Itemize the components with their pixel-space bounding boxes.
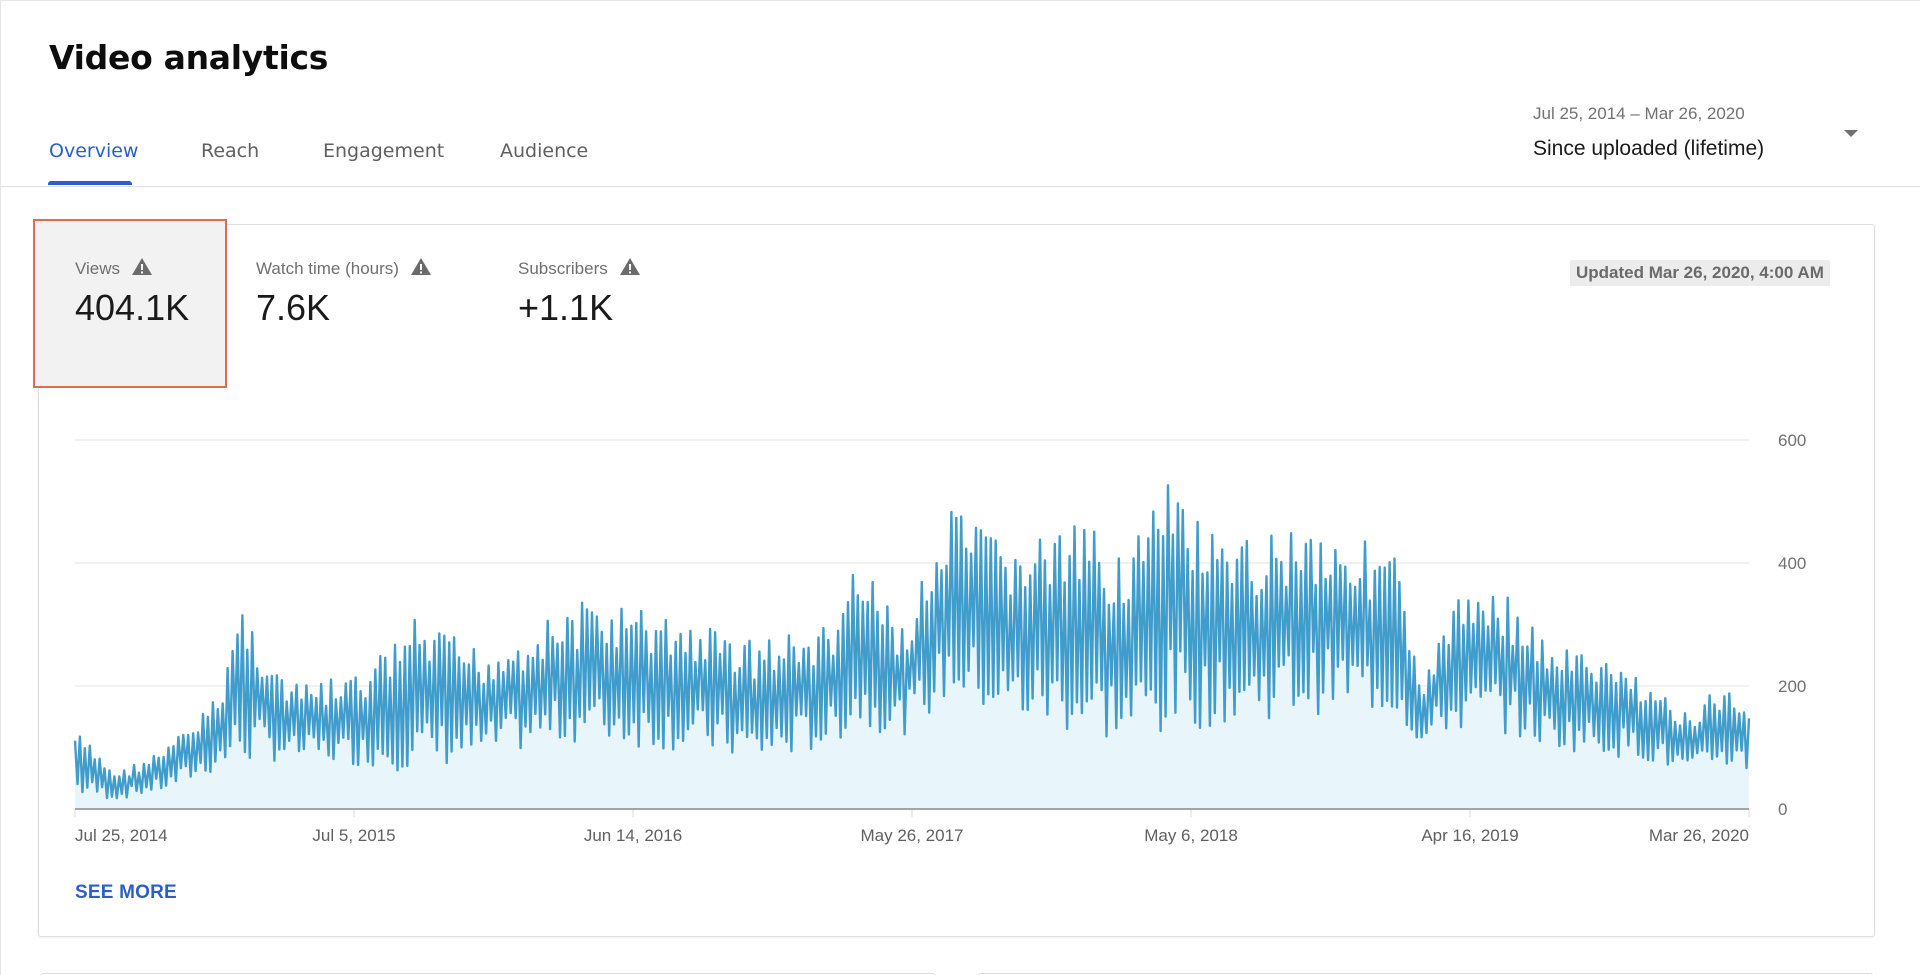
y-tick-label: 200 [1778,677,1806,696]
x-tick-label: Jun 14, 2016 [584,826,682,845]
x-tick-label: May 26, 2017 [860,826,963,845]
x-tick-label: Mar 26, 2020 [1649,826,1749,845]
x-tick-label: Jul 25, 2014 [75,826,168,845]
x-tick-label: Jul 5, 2015 [312,826,395,845]
views-chart[interactable]: 0 200 400 600 Jul 25, 2014 Jul 5, 2015 Jun 14,… [0,0,1920,975]
y-tick-label: 0 [1778,800,1787,819]
x-tick-label: May 6, 2018 [1144,826,1238,845]
x-tick-label: Apr 16, 2019 [1421,826,1518,845]
see-more-link[interactable]: SEE MORE [75,882,177,904]
y-tick-label: 400 [1778,554,1806,573]
y-tick-label: 600 [1778,431,1806,450]
